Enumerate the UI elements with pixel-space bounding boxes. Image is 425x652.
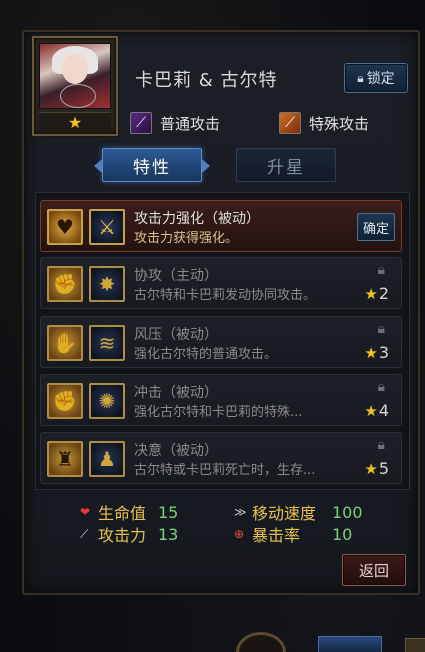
skill-star-requirement: ★ 3	[364, 343, 389, 362]
figure-icon: ♜	[47, 441, 83, 477]
skill-star-requirement: ★ 5	[364, 459, 389, 478]
star-icon: ★	[364, 401, 378, 420]
star-icon: ★	[364, 459, 378, 478]
skill-item[interactable]: ✊ ✸ 协攻（主动） 古尔特和卡巴莉发动协同攻击。 🔒︎ ★ 2	[40, 257, 402, 309]
stat-speed: ≫ 移动速度 100	[234, 500, 363, 524]
stat-hp: ❤ 生命值 15	[80, 500, 178, 524]
star-icon: ★	[364, 284, 378, 303]
lock-button[interactable]: 🔒︎ 锁定	[344, 63, 408, 93]
skill-title: 决意（被动）	[134, 443, 218, 459]
bottom-menu-button[interactable]	[318, 636, 382, 652]
skill-star-requirement: ★ 4	[364, 401, 389, 420]
skill-item[interactable]: ✋ ≋ 风压（被动） 强化古尔特的普通攻击。 🔒︎ ★ 3	[40, 316, 402, 368]
hero-portrait[interactable]: ★	[32, 36, 118, 136]
hero-star-rating: ★	[39, 112, 111, 132]
lock-icon: 🔒︎	[377, 379, 385, 395]
sword-icon: ⟋	[80, 526, 89, 541]
bottom-menu-button[interactable]	[405, 638, 425, 652]
claw-icon: ✋	[47, 325, 83, 361]
special-attack-label: 特殊攻击	[309, 114, 370, 133]
stat-value: 100	[332, 502, 363, 522]
lock-button-label: 锁定	[366, 71, 395, 87]
skill-item[interactable]: ✊ ✺ 冲击（被动） 强化古尔特和卡巴莉的特殊... 🔒︎ ★ 4	[40, 374, 402, 426]
wind-icon: ≋	[89, 325, 125, 361]
fire-burst-icon: ✺	[89, 383, 125, 419]
burst-icon: ✸	[89, 266, 125, 302]
lock-icon: 🔒︎	[357, 70, 364, 85]
hero-portrait-art	[39, 43, 111, 109]
stat-value: 10	[332, 524, 353, 544]
star-icon: ★	[67, 113, 83, 132]
stat-label: 移动速度	[252, 504, 317, 523]
confirm-button[interactable]: 确定	[357, 213, 395, 241]
skill-item[interactable]: ♜ ♟ 决意（被动） 古尔特或卡巴莉死亡时，生存... 🔒︎ ★ 5	[40, 432, 402, 484]
stat-label: 攻击力	[98, 526, 147, 545]
stat-label: 生命值	[98, 504, 147, 523]
stat-value: 13	[158, 524, 179, 544]
normal-attack-info[interactable]: ⟋ 普通攻击	[130, 112, 220, 134]
skill-item[interactable]: ♥ ⚔ 攻击力强化（被动） 攻击力获得强化。 确定	[40, 200, 402, 252]
skill-title: 冲击（被动）	[134, 385, 218, 401]
skill-title: 风压（被动）	[134, 327, 218, 343]
return-button[interactable]: 返回	[342, 554, 406, 586]
skill-desc: 古尔特和卡巴莉发动协同攻击。	[134, 288, 317, 303]
skill-desc: 古尔特或卡巴莉死亡时，生存...	[134, 463, 316, 478]
boot-icon: ≫	[234, 505, 247, 519]
heart-figure-icon: ♥	[47, 209, 83, 245]
special-attack-icon: ⟋	[279, 112, 301, 134]
sword-icon: ⚔	[89, 209, 125, 245]
skill-desc: 强化古尔特和卡巴莉的特殊...	[134, 405, 303, 420]
lock-icon: 🔒︎	[377, 262, 385, 278]
silhouette-icon: ♟	[89, 441, 125, 477]
normal-attack-icon: ⟋	[130, 112, 152, 134]
stat-attack: ⟋ 攻击力 13	[80, 522, 178, 546]
skill-star-requirement: ★ 2	[364, 284, 389, 303]
star-icon: ★	[364, 343, 378, 362]
skill-title: 协攻（主动）	[134, 268, 218, 284]
hero-name: 卡巴莉 & 古尔特	[135, 70, 278, 91]
tab-traits[interactable]: 特性	[94, 148, 210, 182]
tab-upgrade[interactable]: 升星	[236, 148, 336, 182]
lock-icon: 🔒︎	[377, 321, 385, 337]
fist-icon: ✊	[47, 266, 83, 302]
impact-fist-icon: ✊	[47, 383, 83, 419]
skill-desc: 攻击力获得强化。	[134, 231, 239, 246]
stat-label: 暴击率	[252, 526, 301, 545]
skill-desc: 强化古尔特的普通攻击。	[134, 347, 278, 362]
crosshair-icon: ⊕	[234, 527, 245, 541]
heart-icon: ❤	[80, 505, 91, 519]
normal-attack-label: 普通攻击	[160, 114, 221, 133]
lock-icon: 🔒︎	[377, 437, 385, 453]
special-attack-info[interactable]: ⟋ 特殊攻击	[279, 112, 369, 134]
stat-value: 15	[158, 502, 179, 522]
skill-title: 攻击力强化（被动）	[134, 211, 260, 227]
stat-crit: ⊕ 暴击率 10	[234, 522, 352, 546]
